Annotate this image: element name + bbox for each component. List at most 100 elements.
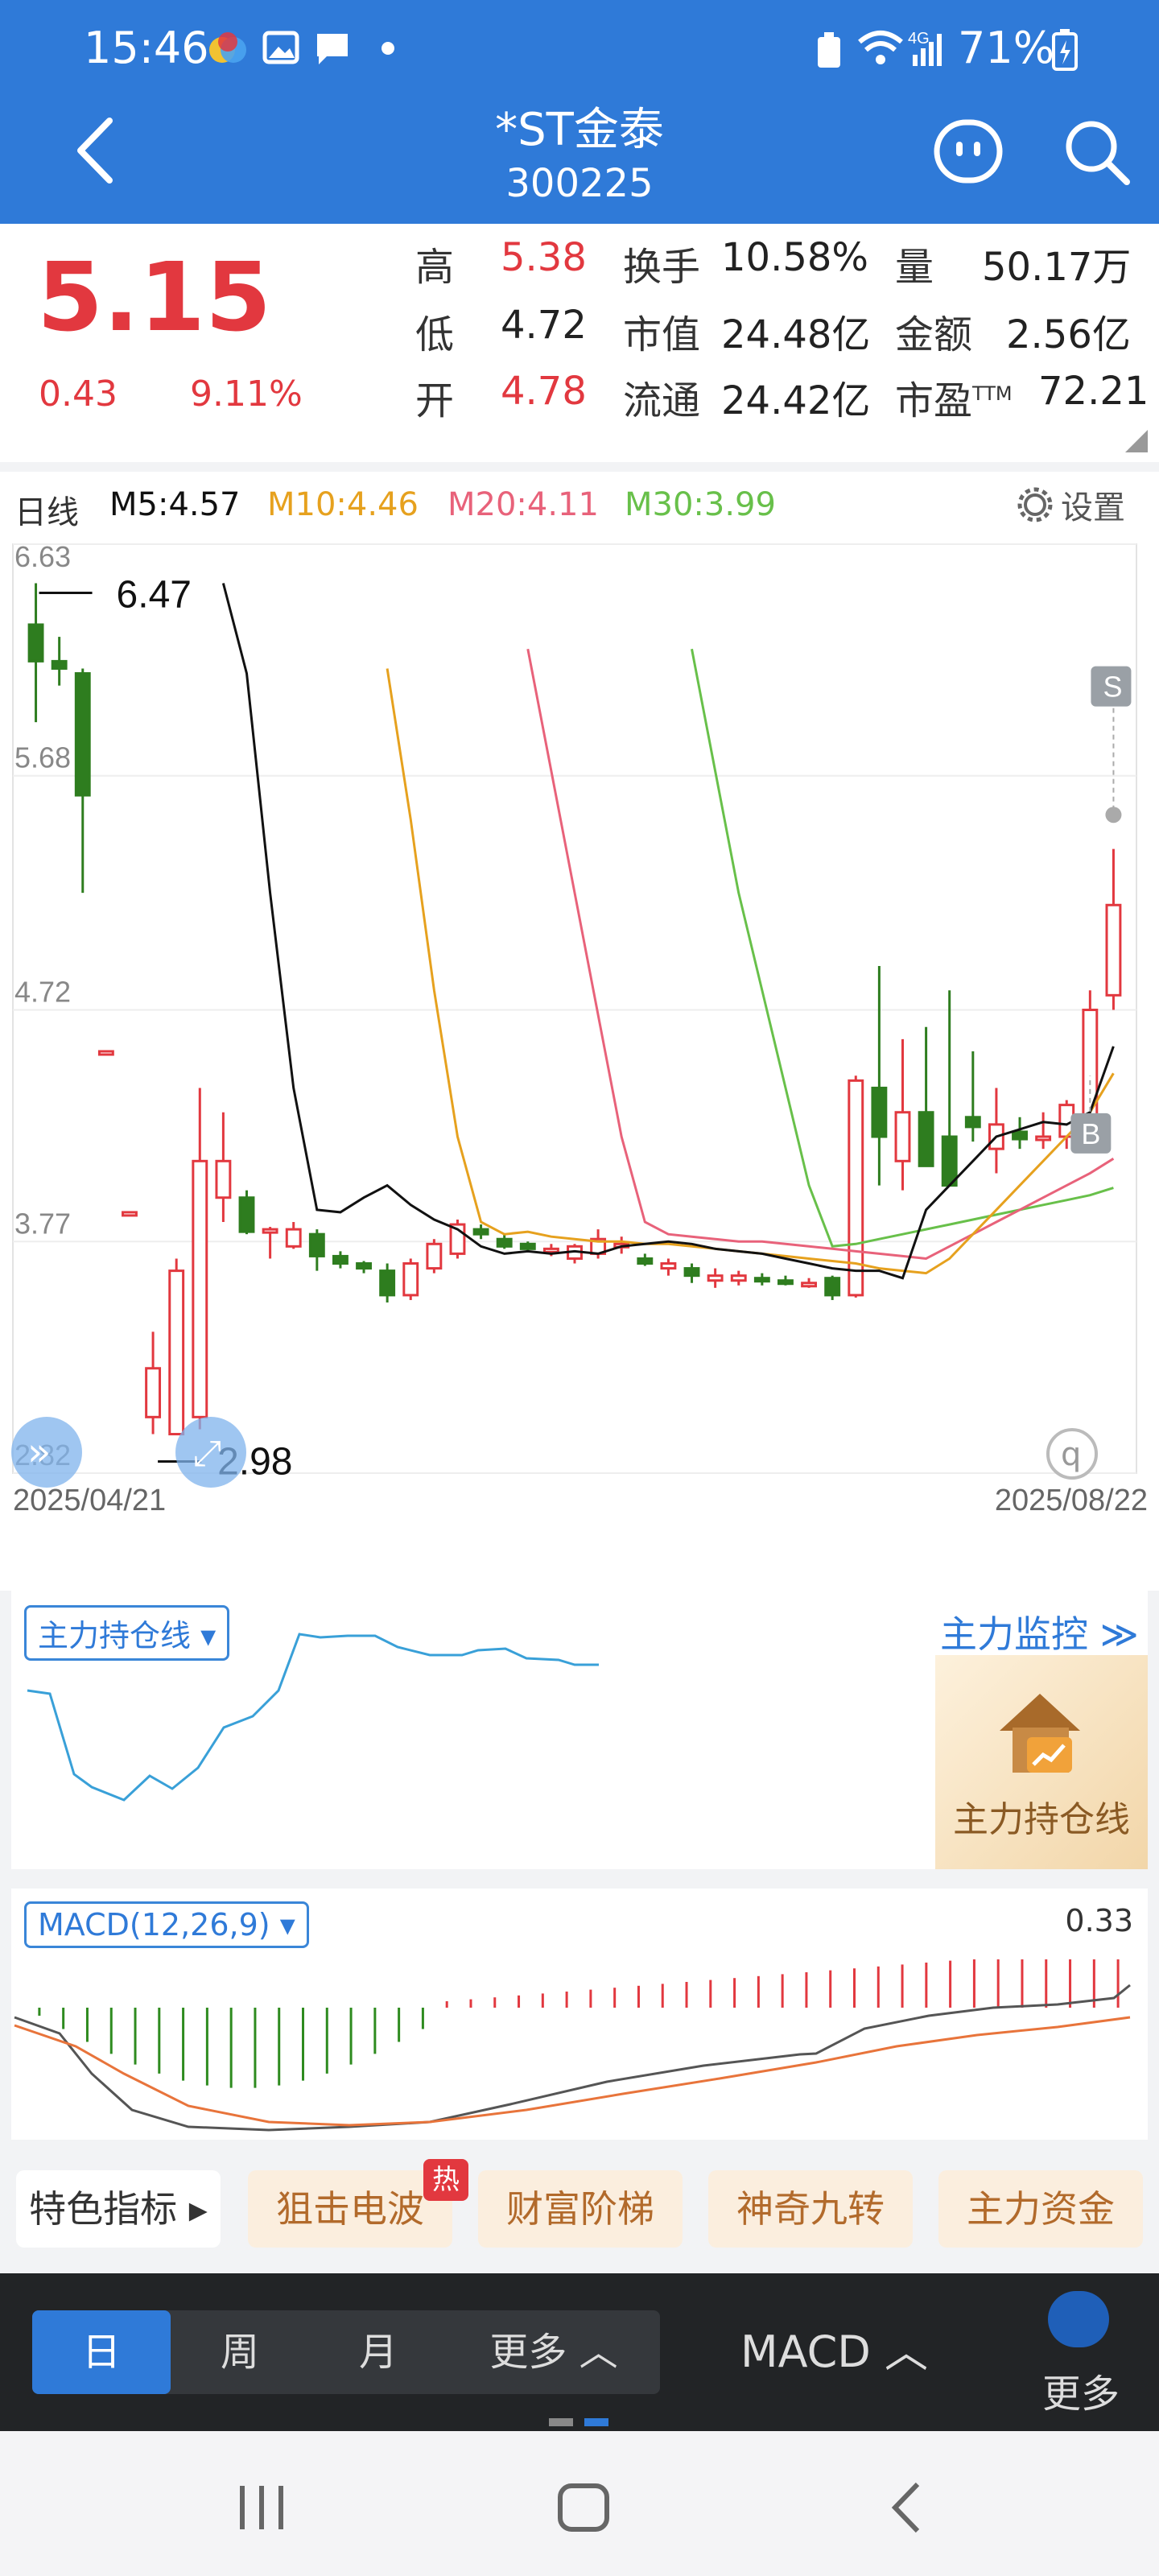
back-nav-icon[interactable] (885, 2479, 926, 2536)
pe-value: 72.21 (1038, 369, 1149, 414)
candle-body (707, 1274, 724, 1282)
amount-label: 金额 (895, 312, 973, 357)
macd-panel: MACD(12,26,9) ▾ 0.33 (11, 1889, 1148, 2140)
volume-value: 50.17万 (982, 245, 1132, 290)
candle-body (777, 1279, 794, 1286)
quote-panel: 5.15 0.43 9.11% 高 5.38 低 4.72 开 4.78 换手 … (0, 224, 1159, 462)
main-force-monitor-link[interactable]: 主力监控 ≫ (940, 1605, 1139, 1658)
candle-body (542, 1247, 559, 1253)
macd-chart (14, 1959, 1131, 2132)
chat-bot-icon[interactable] (932, 118, 1004, 185)
tab-month[interactable]: 月 (309, 2310, 448, 2394)
ma5-line (221, 583, 1115, 1280)
candle-body (285, 1228, 302, 1248)
more-button-icon[interactable] (1048, 2291, 1109, 2347)
price-change-pct: 9.11% (190, 374, 303, 415)
ma20-legend: M20:4.11 (448, 486, 599, 523)
main-force-panel: 主力持仓线 ▾ 主力监控 ≫ 主力持仓线 (11, 1591, 1148, 1869)
y-tick-label: 3.77 (14, 1207, 71, 1240)
candlestick-chart[interactable]: 6.635.684.723.772.826.472.98SB»⤢q2025/04… (0, 520, 1159, 1591)
indicator-selector[interactable]: MACD ︿ (740, 2310, 950, 2394)
buy-badge-label: B (1081, 1117, 1100, 1150)
high-label: 高 (415, 245, 455, 290)
current-price: 5.15 (37, 242, 272, 353)
feature-indicator-menu[interactable]: 特色指标 ▸ (16, 2170, 221, 2248)
chip-wealth-ladder[interactable]: 财富阶梯 (478, 2170, 683, 2248)
candle-body (894, 1111, 911, 1162)
chip-sniper-wave[interactable]: 狙击电波 (248, 2170, 452, 2248)
candle-body (168, 1269, 185, 1436)
candle-body (1105, 903, 1122, 997)
message-notification-icon (317, 34, 348, 64)
tab-day[interactable]: 日 (32, 2310, 171, 2394)
candle-body (332, 1254, 349, 1265)
date-start-label: 2025/04/21 (13, 1484, 166, 1517)
chip-magic-nine[interactable]: 神奇九转 (708, 2170, 913, 2248)
candle-body (801, 1282, 818, 1288)
mcap-value: 24.48亿 (721, 312, 871, 357)
more-notifications-dot (382, 42, 394, 55)
candle-body (192, 1159, 208, 1418)
candle-body (308, 1232, 325, 1257)
ma20-line (526, 648, 1115, 1261)
candle-body (519, 1242, 536, 1250)
feature-indicator-bar: 特色指标 ▸ 狙击电波 热 财富阶梯 神奇九转 主力资金 (0, 2159, 1159, 2254)
candle-body (51, 659, 68, 670)
dif-line (14, 1984, 1131, 2132)
recent-apps-icon[interactable] (233, 2483, 290, 2533)
candle-body (238, 1196, 255, 1233)
hot-badge: 热 (423, 2159, 468, 2201)
candle-body (730, 1274, 747, 1282)
candle-body (122, 1211, 138, 1217)
volume-label: 量 (895, 245, 934, 290)
candle-body (753, 1277, 770, 1283)
candle-body (356, 1262, 372, 1270)
ma10-line (386, 668, 1115, 1275)
tab-more[interactable]: 更多 ︿ (448, 2310, 660, 2394)
main-force-promo-card[interactable]: 主力持仓线 (935, 1655, 1148, 1869)
network-type-label: 4G (908, 30, 930, 47)
max-price-label: 6.47 (117, 573, 192, 616)
candle-body (824, 1277, 841, 1297)
replay-icon: q (1061, 1436, 1081, 1473)
chip-main-capital[interactable]: 主力资金 (938, 2170, 1143, 2248)
candle-body (1012, 1130, 1028, 1141)
y-tick-label: 5.68 (14, 741, 71, 774)
candle-body (660, 1262, 677, 1270)
page-indicator-inactive (549, 2418, 573, 2426)
float-label: 流通 (623, 378, 701, 423)
ma10-legend: M10:4.46 (267, 486, 419, 523)
turnover-label: 换手 (623, 245, 701, 290)
candle-body (27, 623, 44, 663)
mcap-label: 市值 (623, 312, 701, 357)
period-tab-bar: 日 周 月 更多 ︿ MACD ︿ 更多 (0, 2273, 1159, 2431)
status-bar: 15:46 4G 71% (0, 0, 1159, 97)
battery-icon (1052, 29, 1078, 71)
sell-dot (1105, 807, 1122, 824)
more-button-label[interactable]: 更多 (1037, 2362, 1125, 2418)
main-force-line-chart (27, 1633, 599, 1802)
candle-body (402, 1262, 419, 1297)
ma30-legend: M30:3.99 (625, 486, 776, 523)
wifi-signal-icon: 4G (858, 30, 942, 66)
kline-chart-panel: 日线 M5:4.57 M10:4.46 M20:4.11 M30:3.99 设置… (0, 472, 1159, 1591)
battery-percent: 71% (958, 23, 1055, 73)
search-icon[interactable] (1061, 116, 1133, 188)
home-icon[interactable] (555, 2481, 612, 2534)
ma5-legend: M5:4.57 (109, 486, 241, 523)
gear-icon (1017, 487, 1053, 522)
page-indicator-active (584, 2418, 608, 2426)
expand-corner-icon[interactable] (1124, 428, 1149, 454)
date-end-label: 2025/08/22 (995, 1484, 1148, 1517)
candle-body (871, 1086, 888, 1138)
app-notification-icon (209, 32, 246, 63)
pe-label: 市盈TTM (895, 378, 1013, 423)
candle-body (472, 1228, 489, 1236)
turnover-value: 10.58% (721, 235, 869, 280)
status-time: 15:46 (84, 23, 209, 73)
tab-week[interactable]: 周 (171, 2310, 309, 2394)
candle-body (683, 1267, 700, 1278)
price-change: 0.43 (39, 374, 118, 415)
candle-body (262, 1228, 278, 1234)
candle-body (1035, 1135, 1052, 1141)
